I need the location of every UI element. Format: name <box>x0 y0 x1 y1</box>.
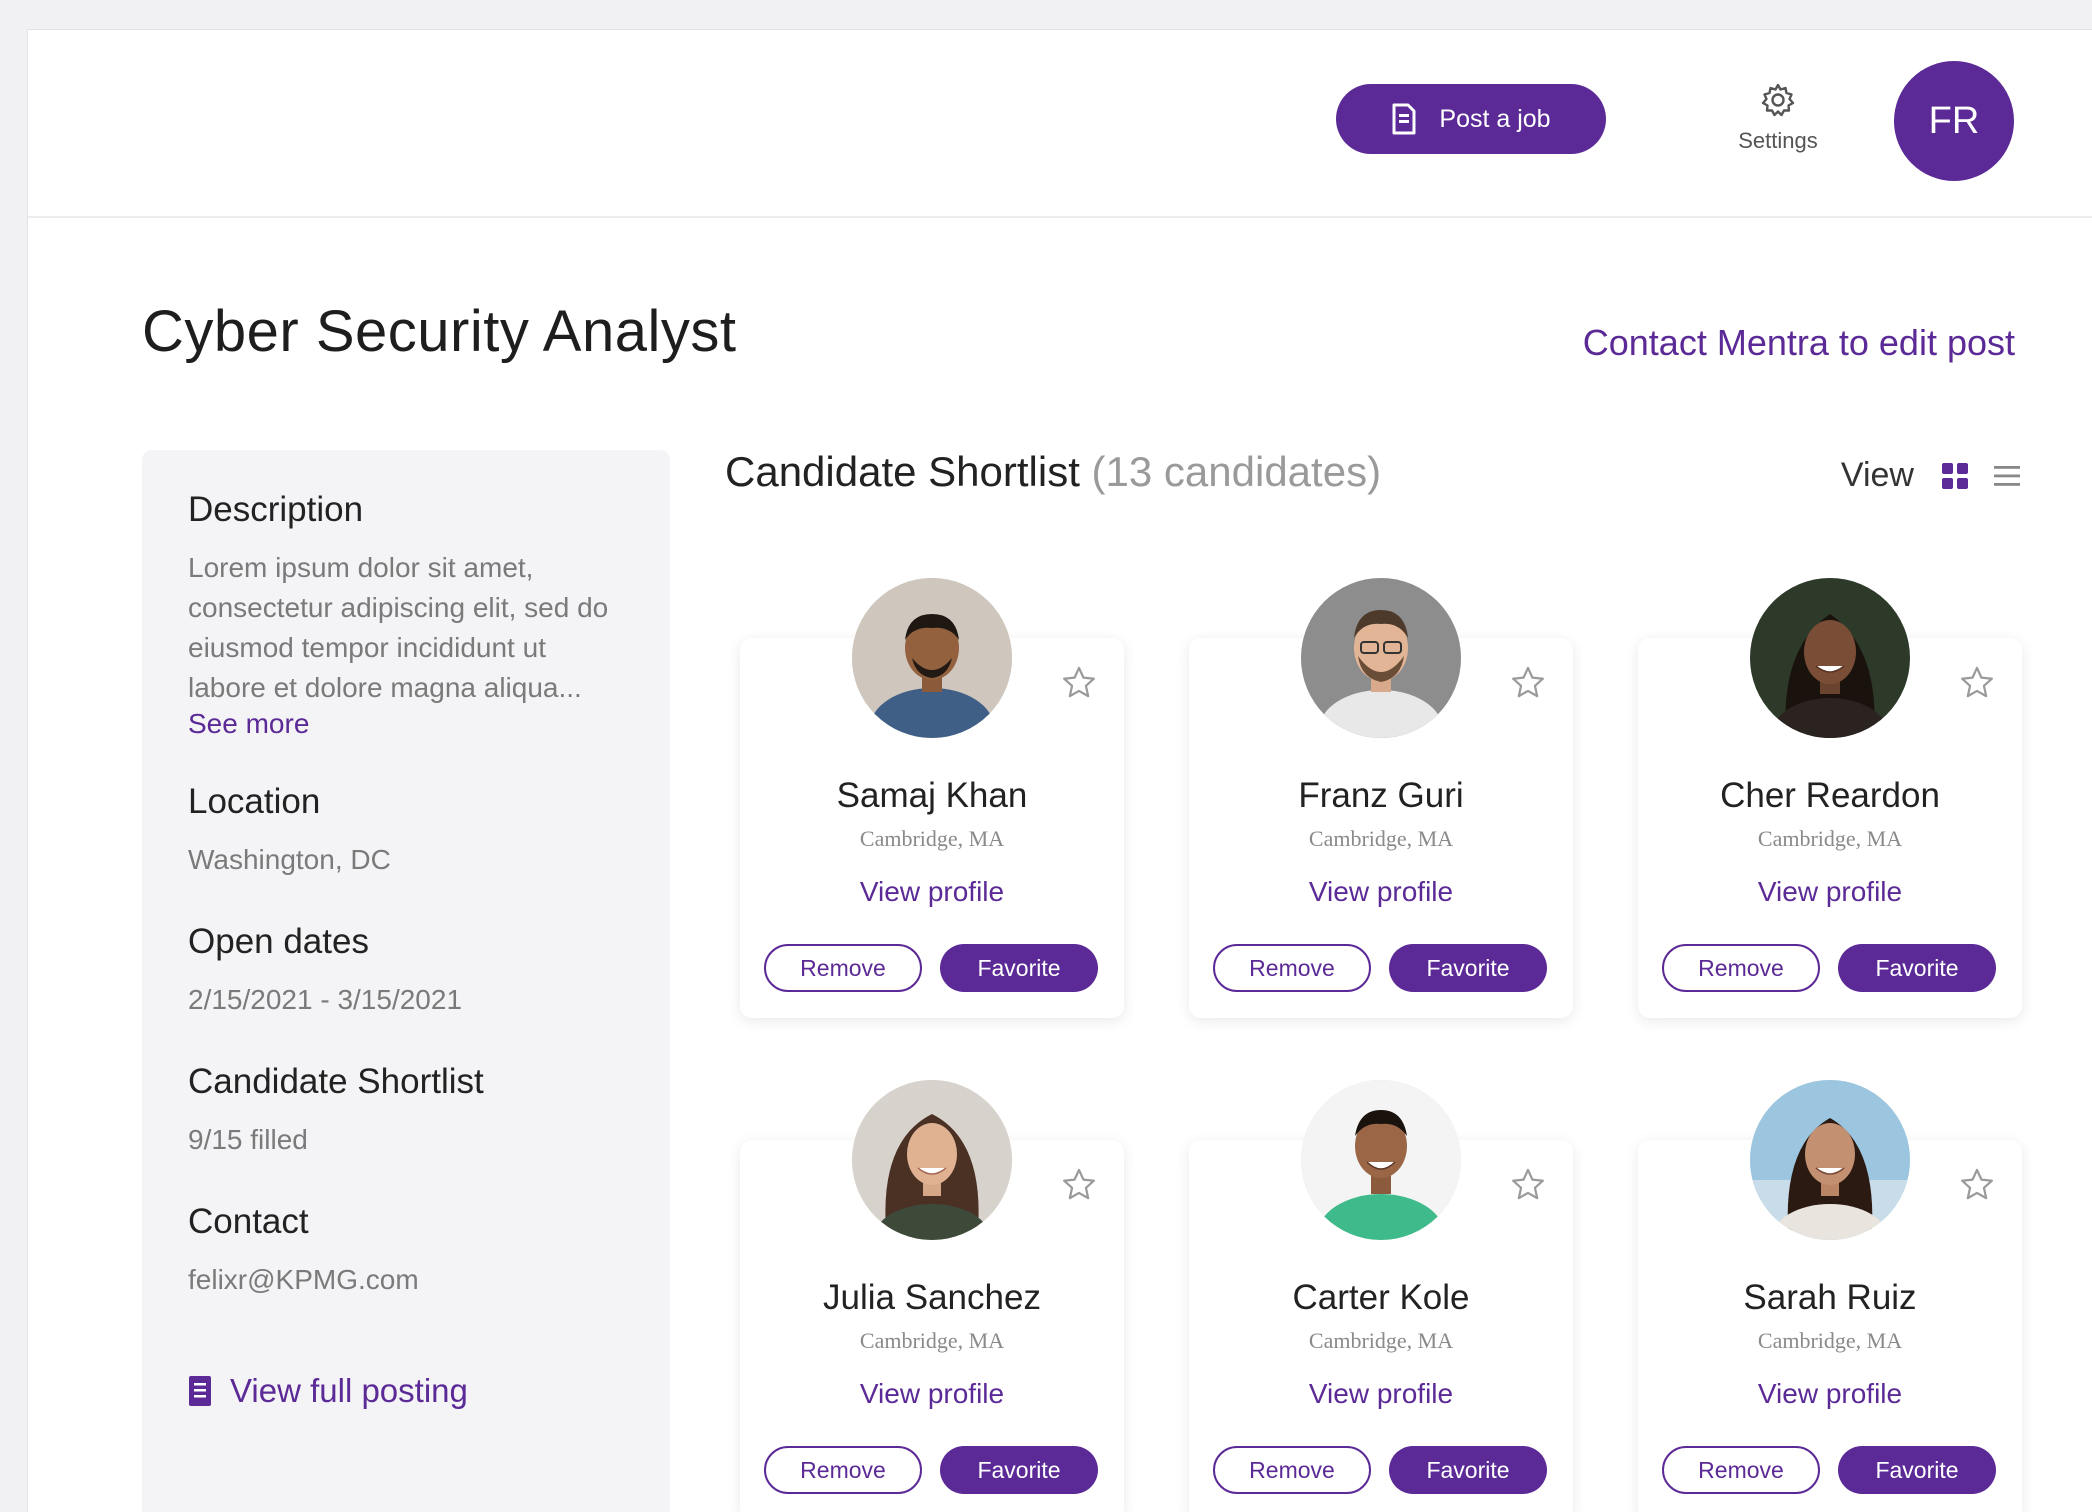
view-profile-link[interactable]: View profile <box>1189 1378 1573 1410</box>
candidate-card: Julia Sanchez Cambridge, MA View profile… <box>740 1080 1124 1512</box>
candidate-name: Cher Reardon <box>1720 776 1940 815</box>
remove-button[interactable]: Remove <box>1662 944 1820 992</box>
candidate-location: Cambridge, MA <box>1757 826 1903 851</box>
see-more-link[interactable]: See more <box>188 708 624 740</box>
candidate-location: Cambridge, MA <box>859 826 1005 851</box>
contact-section: Contact felixr@KPMG.com <box>188 1202 624 1300</box>
shortlist-title-text: Candidate Shortlist <box>725 448 1080 495</box>
list-view-icon[interactable] <box>1992 461 2022 491</box>
user-avatar[interactable]: FR <box>1894 61 2014 181</box>
star-icon[interactable] <box>1509 1166 1547 1209</box>
candidate-photo <box>1301 578 1461 738</box>
candidate-card: Franz Guri Cambridge, MA View profile Re… <box>1189 578 1573 1018</box>
candidate-photo <box>1301 1080 1461 1240</box>
star-icon[interactable] <box>1060 664 1098 707</box>
candidate-name: Franz Guri <box>1298 776 1464 815</box>
view-toggle: View <box>1841 456 2022 495</box>
contact-heading: Contact <box>188 1202 309 1241</box>
view-full-posting-link[interactable]: View full posting <box>188 1372 624 1410</box>
document-icon <box>188 1375 212 1407</box>
location-value: Washington, DC <box>188 844 391 875</box>
remove-button[interactable]: Remove <box>1213 1446 1371 1494</box>
candidate-card: Sarah Ruiz Cambridge, MA View profile Re… <box>1638 1080 2022 1512</box>
view-full-posting-label: View full posting <box>230 1372 468 1409</box>
shortlist-status-section: Candidate Shortlist 9/15 filled <box>188 1062 624 1160</box>
candidate-name: Carter Kole <box>1292 1278 1470 1317</box>
description-heading: Description <box>188 490 364 529</box>
view-profile-link[interactable]: View profile <box>740 876 1124 908</box>
view-profile-link[interactable]: View profile <box>1638 876 2022 908</box>
candidate-grid: Samaj Khan Cambridge, MA View profile Re… <box>734 548 2034 1512</box>
location-section: Location Washington, DC <box>188 782 624 880</box>
app-window: Post a job Settings FR Cyber Security An… <box>27 29 2092 1512</box>
description-line: Lorem ipsum dolor sit amet, <box>188 552 534 583</box>
favorite-button[interactable]: Favorite <box>1838 1446 1996 1494</box>
candidate-card: Cher Reardon Cambridge, MA View profile … <box>1638 578 2022 1018</box>
open-dates-heading: Open dates <box>188 922 369 961</box>
favorite-button[interactable]: Favorite <box>1838 944 1996 992</box>
view-profile-link[interactable]: View profile <box>740 1378 1124 1410</box>
candidate-location: Cambridge, MA <box>1308 826 1454 851</box>
favorite-button[interactable]: Favorite <box>1389 944 1547 992</box>
shortlist-title: Candidate Shortlist (13 candidates) <box>725 448 1381 496</box>
star-icon[interactable] <box>1509 664 1547 707</box>
description-section: Description Lorem ipsum dolor sit amet, … <box>188 490 624 740</box>
favorite-button[interactable]: Favorite <box>940 944 1098 992</box>
shortlist-status-value: 9/15 filled <box>188 1124 308 1155</box>
candidate-photo <box>852 1080 1012 1240</box>
settings-label: Settings <box>1738 128 1818 153</box>
document-icon <box>1391 103 1417 135</box>
view-label: View <box>1840 456 1914 494</box>
job-details-panel: Description Lorem ipsum dolor sit amet, … <box>142 450 670 1512</box>
contact-email: felixr@KPMG.com <box>188 1264 419 1295</box>
candidate-location: Cambridge, MA <box>1308 1328 1454 1353</box>
description-line: labore et dolore magna aliqua... <box>188 672 582 703</box>
description-line: eiusmod tempor incididunt ut <box>188 632 546 663</box>
remove-button[interactable]: Remove <box>764 944 922 992</box>
settings-button[interactable]: Settings <box>1708 82 1848 172</box>
open-dates-section: Open dates 2/15/2021 - 3/15/2021 <box>188 922 624 1020</box>
star-icon[interactable] <box>1958 664 1996 707</box>
top-bar: Post a job Settings FR <box>28 30 2092 218</box>
candidate-photo <box>1750 578 1910 738</box>
candidate-card: Carter Kole Cambridge, MA View profile R… <box>1189 1080 1573 1512</box>
candidate-name: Sarah Ruiz <box>1743 1278 1917 1317</box>
post-job-button[interactable]: Post a job <box>1336 84 1606 154</box>
gear-icon <box>1760 82 1796 118</box>
candidate-name: Samaj Khan <box>836 776 1028 815</box>
open-dates-value: 2/15/2021 - 3/15/2021 <box>188 984 463 1015</box>
candidate-card: Samaj Khan Cambridge, MA View profile Re… <box>740 578 1124 1018</box>
post-job-label: Post a job <box>1439 104 1551 133</box>
candidate-location: Cambridge, MA <box>1757 1328 1903 1353</box>
candidate-location: Cambridge, MA <box>859 1328 1005 1353</box>
contact-edit-link[interactable]: Contact Mentra to edit post <box>1583 322 2015 364</box>
view-profile-link[interactable]: View profile <box>1189 876 1573 908</box>
view-profile-link[interactable]: View profile <box>1638 1378 2022 1410</box>
remove-button[interactable]: Remove <box>1662 1446 1820 1494</box>
candidate-photo <box>1750 1080 1910 1240</box>
grid-view-icon[interactable] <box>1940 461 1970 491</box>
description-line: consectetur adipiscing elit, sed do <box>188 592 609 623</box>
shortlist-status-heading: Candidate Shortlist <box>188 1062 484 1101</box>
shortlist-count: (13 candidates) <box>1091 448 1382 495</box>
star-icon[interactable] <box>1060 1166 1098 1209</box>
remove-button[interactable]: Remove <box>1213 944 1371 992</box>
location-heading: Location <box>188 782 321 821</box>
candidate-name: Julia Sanchez <box>823 1278 1041 1317</box>
page-title: Cyber Security Analyst <box>142 299 737 364</box>
candidate-photo <box>852 578 1012 738</box>
favorite-button[interactable]: Favorite <box>940 1446 1098 1494</box>
star-icon[interactable] <box>1958 1166 1996 1209</box>
description-text: Lorem ipsum dolor sit amet, consectetur … <box>188 548 624 708</box>
remove-button[interactable]: Remove <box>764 1446 922 1494</box>
favorite-button[interactable]: Favorite <box>1389 1446 1547 1494</box>
